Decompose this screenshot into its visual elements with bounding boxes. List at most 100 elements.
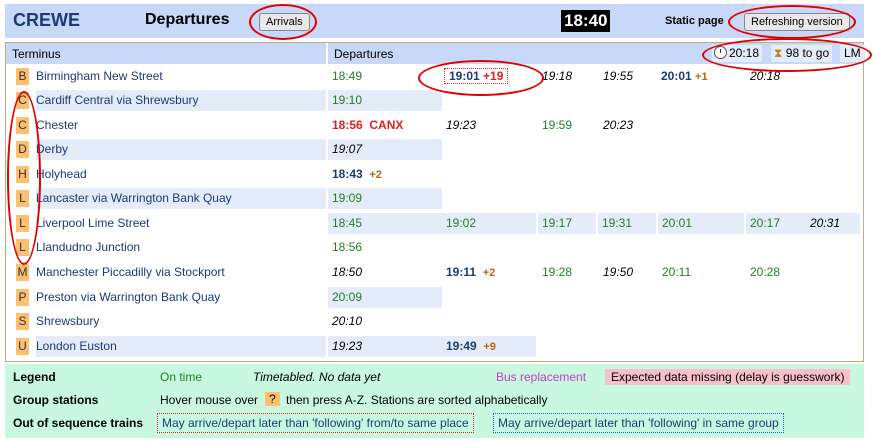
group-letter[interactable]: H — [16, 166, 29, 183]
departure-time: 20:17 — [746, 213, 806, 234]
delay: +2 — [482, 267, 496, 279]
late-time: 20:01 — [661, 69, 692, 83]
group-letter[interactable]: L — [16, 190, 29, 207]
table-row: M Manchester Piccadilly via Stockport 18… — [6, 262, 863, 286]
departure-time: 19:55 — [603, 69, 634, 83]
departure-time: 18:56 — [332, 240, 363, 254]
group-letter[interactable]: L — [16, 239, 29, 256]
departure-time: 18:49 — [332, 69, 363, 83]
group-letter[interactable]: C — [16, 92, 29, 109]
trains-to-go: ⧗ 98 to go — [771, 45, 833, 62]
departure-time: 19:31 — [598, 213, 656, 234]
delay: +1 — [695, 71, 708, 83]
legend-panel: Legend On time Timetabled. No data yet B… — [5, 364, 864, 438]
group-letter[interactable]: L — [16, 215, 29, 232]
table-row: L Llandudno Junction 18:56 — [6, 237, 863, 261]
group-letter[interactable]: U — [16, 338, 29, 355]
departure-time-late: 19:49 +9 — [442, 336, 536, 357]
table-row: L Lancaster via Warrington Bank Quay 19:… — [6, 188, 863, 212]
departure-time: 19:59 — [542, 118, 573, 132]
departure-time: 20:18 — [750, 69, 781, 83]
out-of-sequence-same-place: May arrive/depart later than 'following'… — [157, 413, 474, 433]
terminus-name[interactable]: Birmingham New Street — [36, 66, 326, 87]
table-row: L Liverpool Lime Street 18:45 19:02 19:1… — [6, 213, 863, 237]
terminus-name[interactable]: London Euston — [36, 336, 326, 357]
late-time: 18:43 — [332, 167, 363, 181]
delay: +19 — [483, 69, 504, 83]
late-time: 19:11 — [446, 265, 477, 279]
departure-time: 19:23 — [446, 118, 477, 132]
header-separator — [326, 43, 328, 64]
last-train-time: 20:18 — [712, 45, 763, 62]
departure-time: 20:09 — [328, 287, 442, 308]
departure-time: 20:23 — [603, 118, 634, 132]
departure-time: 19:28 — [542, 265, 573, 279]
departures-board: Terminus Departures 20:18 ⧗ 98 to go L M … — [5, 42, 865, 362]
out-of-sequence-same-group: May arrive/depart later than 'following'… — [493, 413, 784, 433]
trains-to-go-value: 98 to go — [785, 46, 830, 60]
table-row: C Cardiff Central via Shrewsbury 19:10 — [6, 90, 863, 114]
group-letter[interactable]: S — [16, 313, 29, 330]
late-time: 19:49 — [446, 339, 477, 353]
departure-time: 20:28 — [750, 265, 781, 279]
departure-time: 18:50 — [332, 265, 363, 279]
cancelled-time: 18:56 — [332, 118, 363, 132]
table-row: S Shrewsbury 20:10 — [6, 311, 863, 335]
refreshing-version-button[interactable]: Refreshing version — [744, 13, 850, 31]
departure-time: 20:10 — [332, 314, 363, 328]
departure-time: 19:02 — [442, 213, 536, 234]
terminus-name[interactable]: Preston via Warrington Bank Quay — [36, 287, 326, 308]
legend-data-missing: Expected data missing (delay is guesswor… — [605, 369, 851, 385]
departure-time: 19:50 — [603, 265, 634, 279]
group-letter[interactable]: D — [16, 141, 29, 158]
departure-time: 20:11 — [662, 265, 692, 279]
departure-time-cancelled: 18:56 CANX — [328, 115, 442, 136]
terminus-name[interactable]: Liverpool Lime Street — [36, 213, 326, 234]
group-letter[interactable]: C — [16, 117, 29, 134]
delay: +2 — [369, 169, 382, 181]
table-row: D Derby 19:07 — [6, 139, 863, 163]
board-header: Terminus Departures 20:18 ⧗ 98 to go LM — [6, 43, 865, 64]
table-row: P Preston via Warrington Bank Quay 20:09 — [6, 287, 863, 311]
terminus-column-header: Terminus — [12, 47, 61, 61]
legend-on-time: On time — [160, 370, 203, 384]
last-train-time-value: 20:18 — [729, 46, 760, 60]
terminus-name[interactable]: Llandudno Junction — [36, 237, 326, 258]
terminus-name[interactable]: Derby — [36, 139, 326, 160]
table-row: H Holyhead 18:43 +2 — [6, 164, 863, 188]
departure-time: 19:18 — [542, 69, 573, 83]
group-letter[interactable]: B — [16, 68, 29, 85]
legend-label: Legend — [13, 370, 56, 384]
table-row: U London Euston 19:23 19:49 +9 — [6, 336, 863, 360]
page-title: Departures — [145, 11, 230, 28]
out-of-sequence-label: Out of sequence trains — [13, 416, 144, 430]
group-letter[interactable]: M — [16, 264, 29, 281]
cancelled-status: CANX — [369, 118, 404, 132]
terminus-name[interactable]: Chester — [36, 115, 326, 136]
group-letter[interactable]: P — [16, 289, 29, 306]
terminus-name[interactable]: Cardiff Central via Shrewsbury — [36, 90, 326, 111]
departure-time: 20:31 — [806, 213, 860, 234]
station-name: CREWE — [13, 10, 80, 30]
departures-column-header: Departures — [334, 47, 394, 61]
terminus-name[interactable]: Holyhead — [36, 164, 326, 185]
group-hover-text: Hover mouse over — [160, 393, 259, 407]
departure-time: 20:01 — [658, 213, 744, 234]
departure-time-late: 19:01 +19 — [444, 68, 526, 85]
header-bar: CREWE Departures Arrivals 18:40 Static p… — [5, 4, 864, 38]
hourglass-icon: ⧗ — [774, 46, 783, 60]
terminus-name[interactable]: Lancaster via Warrington Bank Quay — [36, 188, 326, 209]
arrivals-button[interactable]: Arrivals — [259, 13, 310, 31]
group-help-icon[interactable]: ? — [265, 392, 280, 406]
departure-time: 19:17 — [538, 213, 596, 234]
lm-button[interactable]: LM — [840, 45, 865, 62]
departure-time-late: 20:01 +1 — [661, 66, 708, 87]
terminus-name[interactable]: Manchester Piccadilly via Stockport — [36, 262, 326, 283]
terminus-name[interactable]: Shrewsbury — [36, 311, 326, 332]
legend-bus-replacement: Bus replacement — [496, 370, 587, 384]
static-page-label: Static page — [665, 15, 724, 27]
departure-time: 19:07 — [328, 139, 442, 160]
departure-time-late: 18:43 +2 — [328, 164, 442, 185]
current-time: 18:40 — [561, 10, 611, 32]
departure-time-late: 19:11 +2 — [446, 262, 495, 283]
